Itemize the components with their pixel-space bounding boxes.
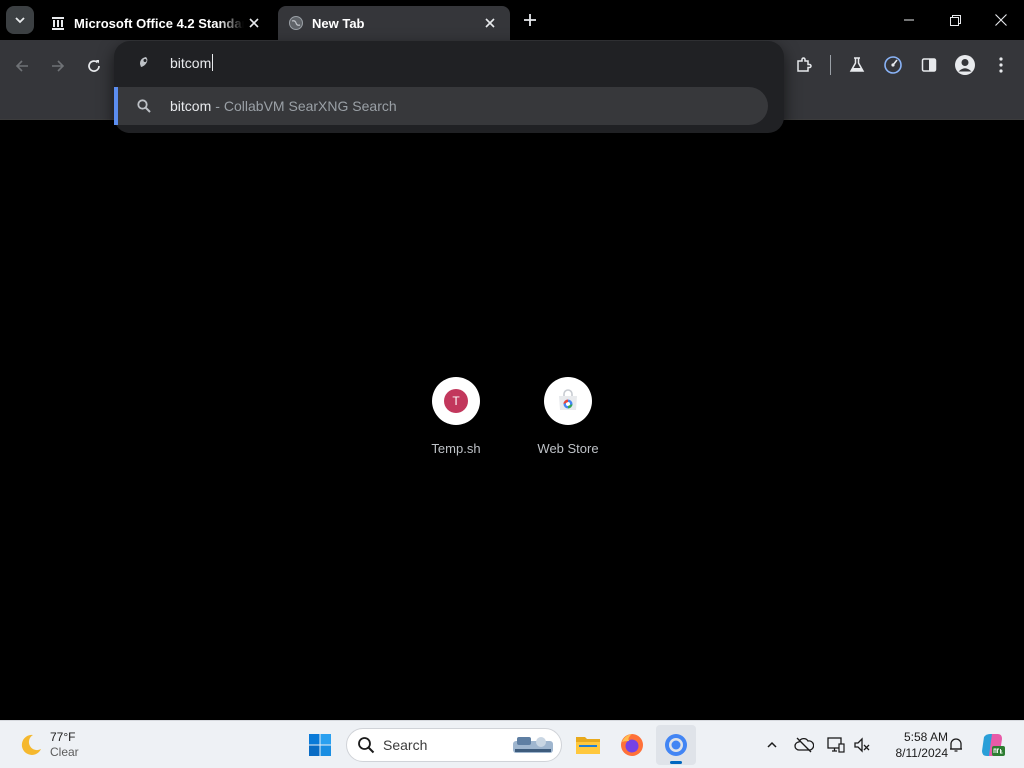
close-icon — [995, 14, 1007, 26]
shortcut-label: Web Store — [537, 441, 599, 456]
search-label: Search — [383, 737, 428, 753]
shortcut-web-store[interactable]: Web Store — [512, 376, 624, 466]
web-store-icon — [544, 377, 592, 425]
chevron-down-icon — [15, 17, 25, 24]
address-bar[interactable]: bitcom — [114, 41, 784, 85]
notifications-button[interactable] — [944, 733, 968, 757]
weather-temp: 77°F — [50, 730, 76, 744]
weather-widget[interactable]: 77°F Clear — [16, 727, 79, 763]
tab-title: New Tab — [312, 15, 365, 31]
side-panel-button[interactable] — [914, 50, 944, 80]
suggestion-query: bitcom — [170, 98, 212, 114]
restore-icon — [949, 14, 961, 26]
bell-icon — [950, 738, 962, 752]
chrome-icon — [665, 734, 687, 756]
taskbar: 77°F Clear Search 5:58 AM 8/11/2024 — [0, 720, 1024, 768]
clock-date: 8/11/2024 — [895, 746, 949, 760]
back-button[interactable] — [8, 52, 36, 80]
speaker-muted-icon — [854, 737, 870, 753]
minimize-icon — [904, 19, 914, 21]
firefox-icon — [621, 734, 643, 756]
chevron-up-icon — [767, 741, 777, 748]
suggestion-separator: - — [215, 98, 220, 114]
taskbar-search[interactable]: Search — [346, 728, 562, 762]
menu-button[interactable] — [986, 50, 1016, 80]
windows-logo-icon — [309, 734, 331, 756]
active-app-indicator — [670, 761, 682, 764]
searxng-icon — [136, 54, 152, 70]
address-input[interactable]: bitcom — [170, 54, 214, 71]
selection-indicator — [114, 87, 118, 125]
weather-text: 77°F Clear — [50, 730, 79, 760]
display-network-icon — [827, 737, 845, 753]
network-tray[interactable] — [824, 733, 848, 757]
shortcut-icon: T — [432, 377, 480, 425]
forward-button[interactable] — [44, 52, 72, 80]
globe-icon — [288, 15, 304, 31]
search-highlight-icon — [513, 737, 553, 753]
suggestion-item[interactable]: bitcom - CollabVM SearXNG Search — [114, 87, 768, 125]
toolbar-divider — [830, 55, 831, 75]
tab-new-tab[interactable]: New Tab — [278, 6, 510, 40]
arrow-right-icon — [52, 60, 65, 72]
omnibox-popup: bitcom bitcom - CollabVM SearXNG Search — [114, 41, 784, 133]
moon-icon — [21, 734, 41, 755]
firefox-app[interactable] — [612, 725, 652, 765]
performance-button[interactable] — [878, 50, 908, 80]
speedometer-icon — [884, 56, 902, 74]
copilot-button[interactable] — [978, 731, 1006, 759]
kebab-menu-icon — [999, 57, 1003, 73]
close-icon[interactable] — [244, 13, 264, 33]
tab-strip: Microsoft Office 4.2 Standard E New Tab — [0, 0, 1024, 40]
clock-time: 5:58 AM — [903, 730, 948, 744]
side-panel-icon — [921, 58, 937, 72]
text-caret — [212, 54, 214, 71]
profile-button[interactable] — [950, 50, 980, 80]
tab-office[interactable]: Microsoft Office 4.2 Standard E — [40, 6, 274, 40]
file-explorer-icon — [576, 737, 600, 754]
minimize-button[interactable] — [886, 0, 932, 40]
system-clock[interactable]: 5:58 AM 8/11/2024 — [876, 729, 949, 761]
copilot-icon — [982, 734, 1005, 756]
letter-avatar-icon: T — [444, 389, 468, 413]
plus-icon — [524, 14, 536, 26]
tab-title: Microsoft Office 4.2 Standard E — [74, 15, 244, 31]
reload-icon — [88, 60, 100, 72]
start-button[interactable] — [300, 725, 340, 765]
volume-tray[interactable] — [850, 733, 874, 757]
suggestion-text: bitcom - CollabVM SearXNG Search — [170, 98, 397, 114]
onedrive-tray[interactable] — [792, 733, 816, 757]
file-explorer-app[interactable] — [568, 725, 608, 765]
cloud-offline-icon — [794, 737, 814, 753]
close-window-button[interactable] — [978, 0, 1024, 40]
tab-search-button[interactable] — [6, 6, 34, 34]
extensions-button[interactable] — [789, 50, 819, 80]
new-tab-button[interactable] — [518, 8, 542, 32]
weather-condition: Clear — [50, 745, 79, 759]
shortcut-temp-sh[interactable]: T Temp.sh — [400, 376, 512, 466]
restore-button[interactable] — [932, 0, 978, 40]
library-icon — [50, 15, 66, 31]
puzzle-icon — [797, 57, 812, 72]
reload-button[interactable] — [80, 52, 108, 80]
search-icon — [358, 737, 375, 754]
chrome-app[interactable] — [656, 725, 696, 765]
labs-button[interactable] — [842, 50, 872, 80]
arrow-left-icon — [15, 60, 28, 72]
flask-icon — [849, 57, 865, 72]
show-hidden-icons-button[interactable] — [760, 733, 784, 757]
search-icon — [136, 98, 152, 114]
avatar-icon — [955, 55, 975, 75]
shortcut-label: Temp.sh — [431, 441, 481, 456]
close-icon[interactable] — [480, 13, 500, 33]
suggestion-description: CollabVM SearXNG Search — [223, 98, 397, 114]
